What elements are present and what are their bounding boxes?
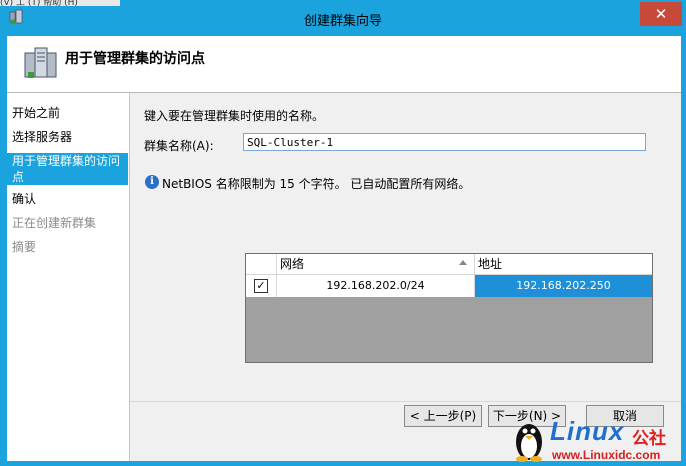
- page-title: 用于管理群集的访问点: [65, 51, 205, 67]
- info-icon: i: [145, 175, 159, 189]
- close-icon: ✕: [654, 5, 668, 23]
- grid-header: 网络 地址: [246, 254, 652, 275]
- step-select-servers[interactable]: 选择服务器: [7, 129, 128, 145]
- header-address[interactable]: 地址: [475, 254, 652, 274]
- watermark-brand: Linux: [550, 416, 625, 446]
- step-before-you-begin[interactable]: 开始之前: [7, 105, 128, 121]
- info-message: NetBIOS 名称限制为 15 个字符。 已自动配置所有网络。: [162, 177, 471, 191]
- cluster-name-input[interactable]: SQL-Cluster-1: [243, 133, 646, 151]
- header-network[interactable]: 网络: [277, 254, 475, 274]
- penguin-logo-icon: [516, 424, 542, 462]
- network-cell: 192.168.202.0/24: [277, 275, 475, 297]
- instruction-text: 键入要在管理群集时使用的名称。: [144, 109, 325, 123]
- wizard-steps: 开始之前 选择服务器 用于管理群集的访问点 确认 正在创建新群集 摘要: [7, 93, 128, 461]
- window-frame: (V) 工 (T) 帮助 (H) 创建群集向导 ✕ 用于管理群集的访问点 开始之…: [0, 0, 686, 466]
- step-creating-cluster: 正在创建新群集: [12, 216, 97, 230]
- cluster-name-label: 群集名称(A):: [144, 139, 214, 153]
- title-bar[interactable]: 创建群集向导 ✕: [0, 0, 686, 36]
- wizard-client-area: 用于管理群集的访问点 开始之前 选择服务器 用于管理群集的访问点 确认 正在创建…: [7, 36, 681, 461]
- watermark-url: www.Linuxidc.com: [552, 448, 661, 462]
- close-button[interactable]: ✕: [640, 2, 682, 26]
- table-row[interactable]: ✓ 192.168.202.0/24 192.168.202.250: [246, 275, 652, 297]
- header-select-column[interactable]: [246, 254, 277, 274]
- back-button[interactable]: < 上一步(P): [404, 405, 482, 427]
- step-summary: 摘要: [12, 240, 37, 254]
- network-checkbox[interactable]: ✓: [254, 279, 268, 293]
- window-title: 创建群集向导: [303, 14, 382, 29]
- step-confirmation[interactable]: 确认: [7, 191, 128, 207]
- site-watermark: Linux 公社 www.Linuxidc.com: [512, 416, 686, 466]
- network-grid: 网络 地址 ✓ 192.168.202.0/24 192.168.202.250: [245, 253, 653, 363]
- sort-ascending-icon: [459, 260, 467, 265]
- address-cell[interactable]: 192.168.202.250: [475, 275, 652, 297]
- watermark-brand-suffix: 公社: [632, 429, 666, 449]
- cluster-servers-icon: [24, 47, 57, 78]
- wizard-header: 用于管理群集的访问点: [7, 36, 681, 93]
- row-select-cell: ✓: [246, 275, 277, 297]
- footer-divider: [130, 401, 681, 402]
- step-access-point[interactable]: 用于管理群集的访问点: [7, 153, 128, 185]
